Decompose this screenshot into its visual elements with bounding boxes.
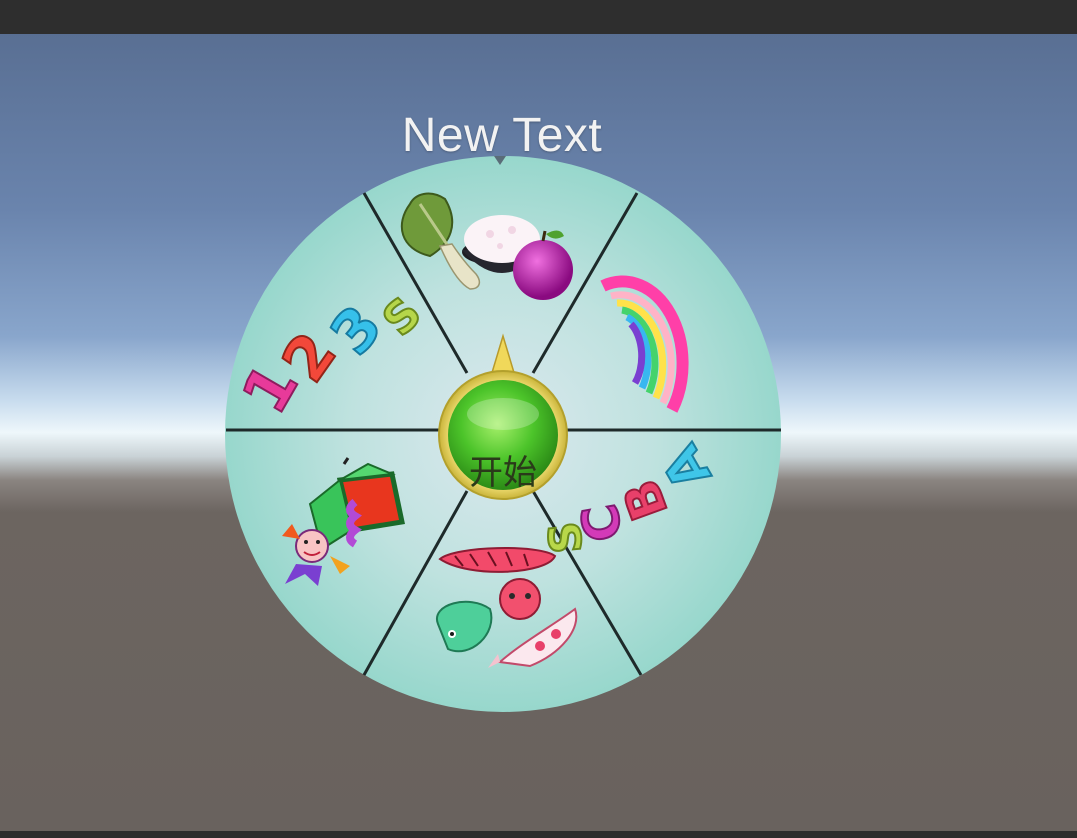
title-text: New Text — [401, 109, 603, 162]
start-button[interactable] — [438, 370, 568, 500]
game-scene: A B C S 1 2 3 S New Text 开始 — [0, 34, 1077, 831]
letter-s: S — [539, 519, 593, 555]
editor-top-bar — [0, 0, 1077, 34]
editor-bottom-bar — [0, 831, 1077, 838]
